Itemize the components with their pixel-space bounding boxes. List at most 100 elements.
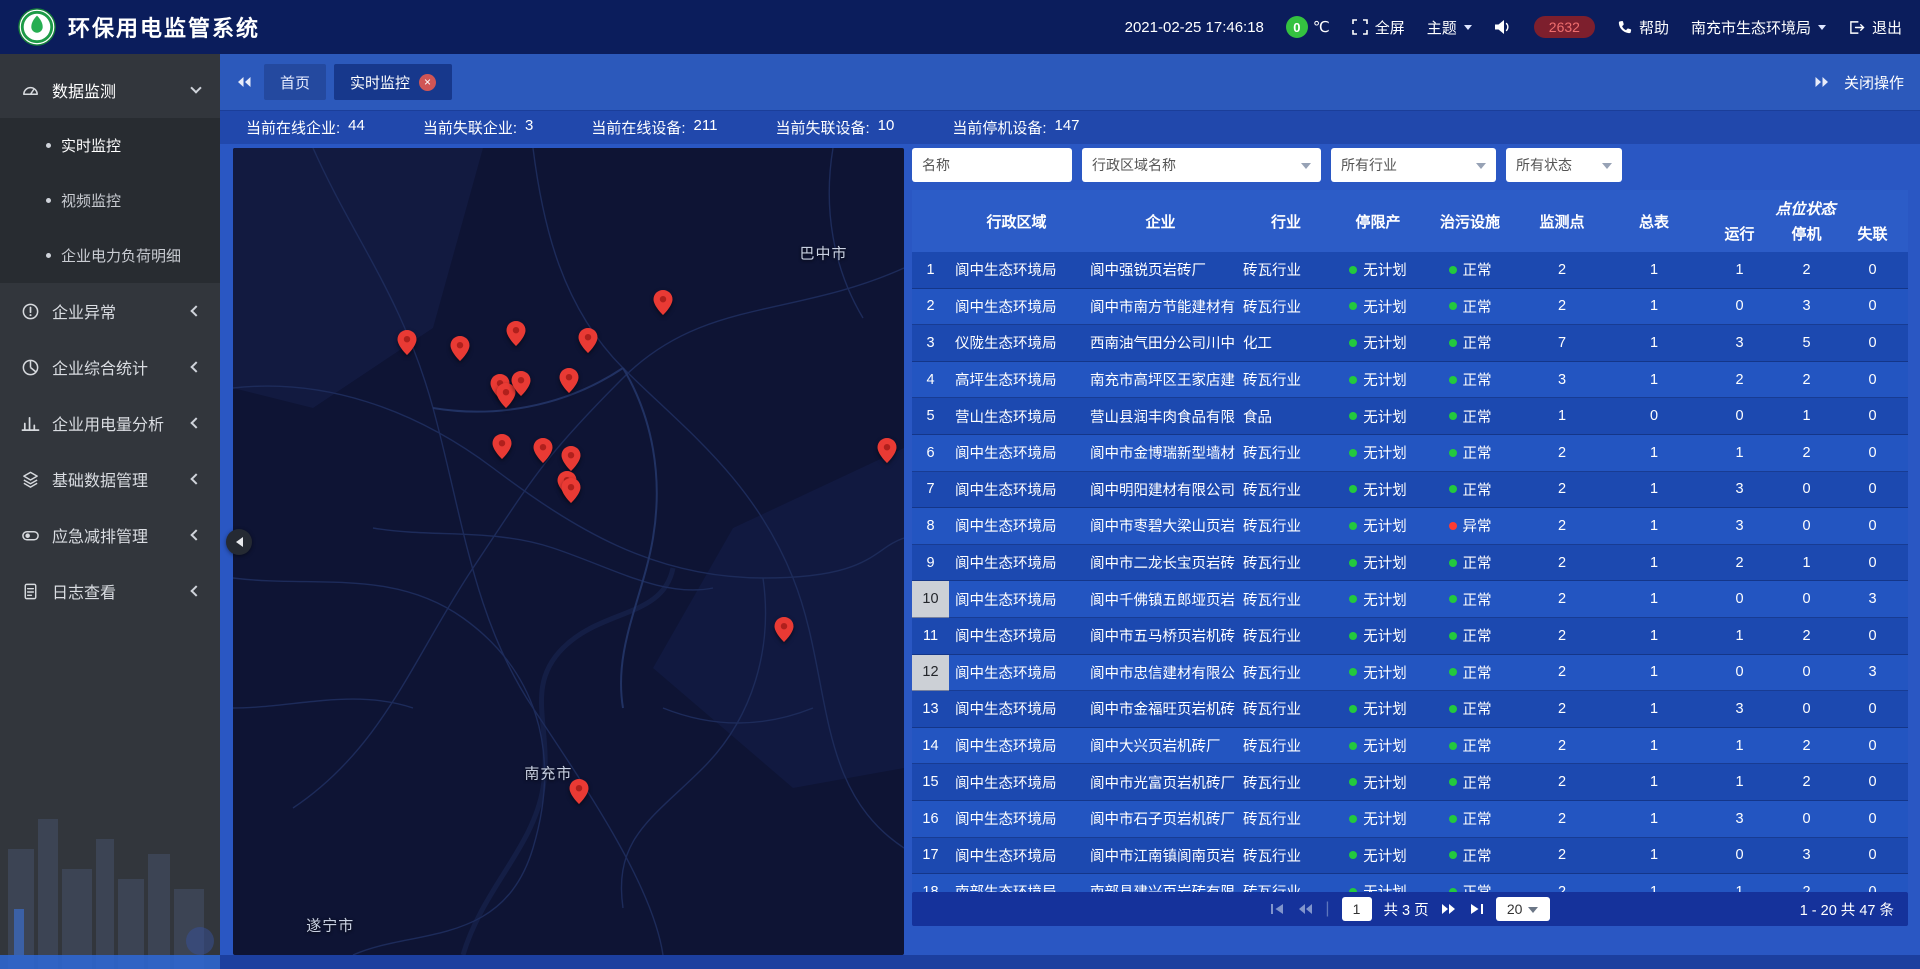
- table-row[interactable]: 4高坪生态环境局南充市高坪区王家店建砖瓦行业无计划正常31220: [912, 362, 1908, 399]
- status-filter-select[interactable]: 所有状态: [1506, 148, 1622, 182]
- table-row[interactable]: 10阆中生态环境局阆中千佛镇五郎垭页岩砖瓦行业无计划正常21003: [912, 581, 1908, 618]
- prev-page-button[interactable]: [1297, 903, 1313, 915]
- cell-company: 阆中强锐页岩砖厂: [1084, 252, 1237, 289]
- cell-run: 1: [1703, 435, 1776, 472]
- cell-run: 1: [1703, 874, 1776, 892]
- caret-down-icon: [1528, 907, 1538, 918]
- sidebar-item-data-monitor[interactable]: 数据监测: [0, 62, 220, 118]
- table-row[interactable]: 17阆中生态环境局阆中市江南镇阆南页岩砖瓦行业无计划正常21030: [912, 838, 1908, 875]
- alert-icon: [20, 302, 40, 321]
- cell-lost: 0: [1837, 764, 1908, 801]
- collapse-sidebar-button[interactable]: [226, 529, 252, 555]
- status-dot-icon: [1349, 815, 1357, 823]
- sidebar-item-enterprise-abnormal[interactable]: 企业异常: [0, 283, 220, 339]
- table-row[interactable]: 2阆中生态环境局阆中市南方节能建材有砖瓦行业无计划正常21030: [912, 289, 1908, 326]
- last-page-button[interactable]: [1469, 903, 1484, 915]
- status-dot-icon: [1349, 668, 1357, 676]
- map-pin-icon[interactable]: [654, 290, 673, 320]
- tab-realtime-monitor[interactable]: 实时监控×: [334, 64, 452, 100]
- table-row[interactable]: 9阆中生态环境局阆中市二龙长宝页岩砖砖瓦行业无计划正常21210: [912, 545, 1908, 582]
- chevron-left-icon: [190, 473, 201, 484]
- status-dot-icon: [1449, 412, 1457, 420]
- name-filter-input[interactable]: [912, 148, 1072, 182]
- bullet-icon: [46, 253, 51, 258]
- industry-filter-select[interactable]: 所有行业: [1331, 148, 1496, 182]
- map-pin-icon[interactable]: [562, 478, 581, 508]
- table-row[interactable]: 7阆中生态环境局阆中明阳建材有限公司砖瓦行业无计划正常21300: [912, 472, 1908, 509]
- map-pin-icon[interactable]: [493, 434, 512, 464]
- table-row[interactable]: 18南部生态环境局南部县建兴页岩砖有限砖瓦行业无计划正常21120: [912, 874, 1908, 892]
- sidebar-subitem-power-load-detail[interactable]: 企业电力负荷明细: [0, 228, 220, 283]
- table-row[interactable]: 1阆中生态环境局阆中强锐页岩砖厂砖瓦行业无计划正常21120: [912, 252, 1908, 289]
- table-row[interactable]: 16阆中生态环境局阆中市石子页岩机砖厂砖瓦行业无计划正常21300: [912, 801, 1908, 838]
- cell-facility: 正常: [1421, 874, 1519, 892]
- sidebar-item-basic-data[interactable]: 基础数据管理: [0, 451, 220, 507]
- cell-stop: 2: [1776, 764, 1837, 801]
- sidebar-item-emergency-reduction[interactable]: 应急减排管理: [0, 507, 220, 563]
- map-pin-icon[interactable]: [559, 368, 578, 398]
- table-row[interactable]: 11阆中生态环境局阆中市五马桥页岩机砖砖瓦行业无计划正常21120: [912, 618, 1908, 655]
- cell-industry: 砖瓦行业: [1237, 289, 1335, 326]
- table-row[interactable]: 15阆中生态环境局阆中市光富页岩机砖厂砖瓦行业无计划正常21120: [912, 764, 1908, 801]
- theme-dropdown[interactable]: 主题: [1427, 17, 1472, 38]
- map-pin-icon[interactable]: [774, 617, 793, 647]
- logout-button[interactable]: 退出: [1848, 17, 1902, 38]
- help-button[interactable]: 帮助: [1617, 17, 1669, 38]
- map-pin-icon[interactable]: [450, 336, 469, 366]
- col-stop: 停机: [1776, 223, 1837, 244]
- col-facility: 治污设施: [1421, 190, 1519, 252]
- alert-count-badge[interactable]: 2632: [1534, 16, 1595, 38]
- status-dot-icon: [1349, 595, 1357, 603]
- cell-company: 阆中市南方节能建材有: [1084, 289, 1237, 326]
- cell-points: 2: [1519, 874, 1605, 892]
- first-page-button[interactable]: [1270, 903, 1285, 915]
- cell-company: 西南油气田分公司川中: [1084, 325, 1237, 362]
- map-pin-icon[interactable]: [570, 779, 589, 809]
- table-row[interactable]: 13阆中生态环境局阆中市金福旺页岩机砖砖瓦行业无计划正常21300: [912, 691, 1908, 728]
- map-pin-icon[interactable]: [534, 438, 553, 468]
- current-page-input[interactable]: 1: [1342, 897, 1372, 921]
- cell-facility: 正常: [1421, 435, 1519, 472]
- map-pin-icon[interactable]: [578, 328, 597, 358]
- tabs-scroll-left-icon[interactable]: [236, 76, 252, 88]
- cell-stop: 2: [1776, 728, 1837, 765]
- sidebar-subitem-video-monitor[interactable]: 视频监控: [0, 173, 220, 228]
- cell-stop: 2: [1776, 435, 1837, 472]
- fullscreen-button[interactable]: 全屏: [1352, 17, 1405, 38]
- map-panel[interactable]: 巴中市南充市遂宁市: [233, 148, 904, 955]
- cell-meters: 1: [1605, 728, 1703, 765]
- close-operations-button[interactable]: 关闭操作: [1844, 72, 1904, 93]
- pagination-separator: |: [1325, 900, 1329, 918]
- table-row[interactable]: 14阆中生态环境局阆中大兴页岩机砖厂砖瓦行业无计划正常21120: [912, 728, 1908, 765]
- next-page-button[interactable]: [1441, 903, 1457, 915]
- region-filter-select[interactable]: 行政区域名称: [1082, 148, 1321, 182]
- map-pin-icon[interactable]: [397, 330, 416, 360]
- cell-region: 阆中生态环境局: [949, 508, 1084, 545]
- cell-lost: 0: [1837, 435, 1908, 472]
- org-dropdown[interactable]: 南充市生态环境局: [1691, 17, 1826, 38]
- table-row[interactable]: 8阆中生态环境局阆中市枣碧大梁山页岩砖瓦行业无计划异常21300: [912, 508, 1908, 545]
- announcement-button[interactable]: [1494, 19, 1512, 35]
- sidebar-item-power-analysis[interactable]: 企业用电量分析: [0, 395, 220, 451]
- stat-offline-company: 当前失联企业:3: [423, 117, 534, 138]
- map-pin-icon[interactable]: [507, 321, 526, 351]
- sidebar-subitem-realtime-monitor[interactable]: 实时监控: [0, 118, 220, 173]
- tab-home[interactable]: 首页: [264, 64, 326, 100]
- table-row[interactable]: 12阆中生态环境局阆中市忠信建材有限公砖瓦行业无计划正常21003: [912, 655, 1908, 692]
- chevron-down-icon: [190, 82, 201, 93]
- sidebar-item-enterprise-stats[interactable]: 企业综合统计: [0, 339, 220, 395]
- map-pin-icon[interactable]: [877, 438, 896, 468]
- sidebar-item-log-view[interactable]: 日志查看: [0, 563, 220, 619]
- table-row[interactable]: 3仪陇生态环境局西南油气田分公司川中化工无计划正常71350: [912, 325, 1908, 362]
- tabs-scroll-right-icon[interactable]: [1814, 76, 1830, 88]
- table-row[interactable]: 6阆中生态环境局阆中市金博瑞新型墙材砖瓦行业无计划正常21120: [912, 435, 1908, 472]
- tab-close-icon[interactable]: ×: [419, 74, 436, 91]
- page-size-select[interactable]: 20: [1496, 897, 1550, 921]
- map-pin-icon[interactable]: [511, 371, 530, 401]
- cell-lost: 0: [1837, 472, 1908, 509]
- table-row[interactable]: 5营山生态环境局营山县润丰肉食品有限食品无计划正常10010: [912, 398, 1908, 435]
- cell-meters: 1: [1605, 508, 1703, 545]
- cell-meters: 1: [1605, 874, 1703, 892]
- cell-lost: 0: [1837, 325, 1908, 362]
- cell-run: 3: [1703, 691, 1776, 728]
